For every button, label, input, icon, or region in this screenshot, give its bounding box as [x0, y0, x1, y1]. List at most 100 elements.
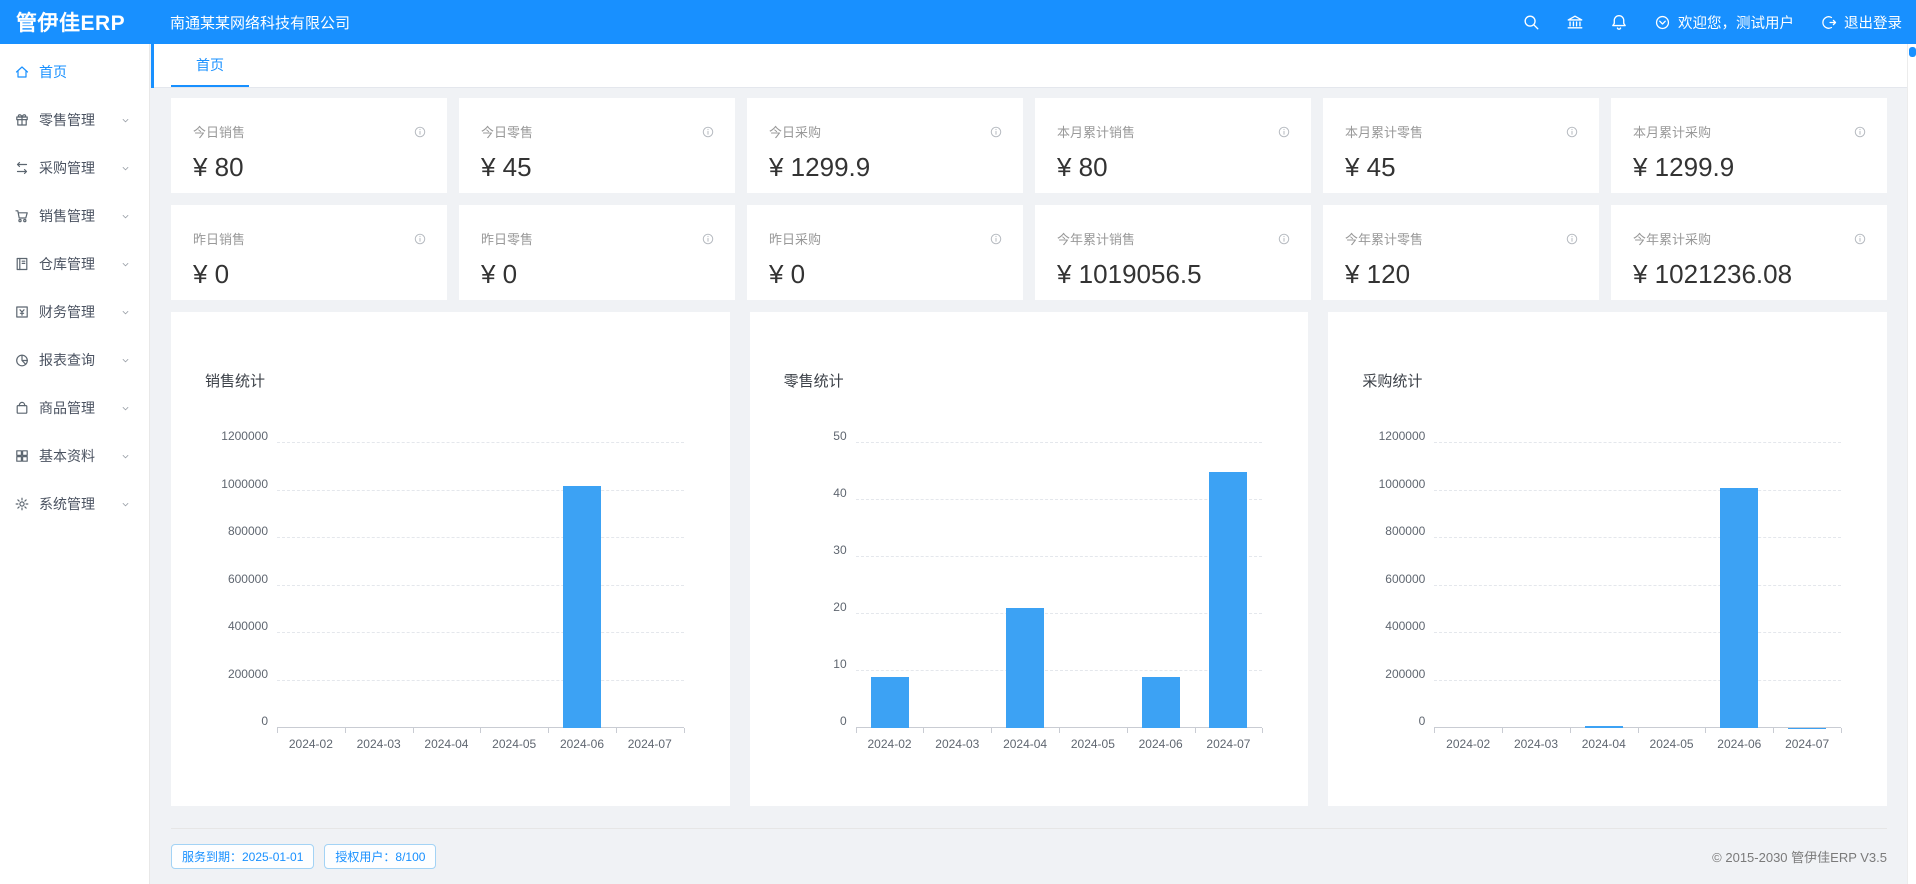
- stat-card-label: 今日零售: [481, 122, 533, 141]
- sidebar-item-sales[interactable]: 销售管理: [0, 192, 149, 240]
- info-icon[interactable]: [1565, 232, 1579, 246]
- grid-icon: [14, 448, 30, 464]
- welcome-text: 欢迎您，测试用户: [1678, 12, 1794, 33]
- tab-bar: 首页: [151, 44, 1907, 88]
- sidebar-item-label: 商品管理: [39, 398, 95, 418]
- gridline: [856, 442, 1263, 443]
- user-menu[interactable]: 欢迎您，测试用户: [1654, 12, 1794, 33]
- finance-icon: [14, 304, 30, 320]
- y-axis-label: 1000000: [1370, 477, 1434, 491]
- stat-cards-grid: 今日销售¥ 80今日零售¥ 45今日采购¥ 1299.9本月累计销售¥ 80本月…: [171, 98, 1887, 300]
- stat-card-top: 今年累计销售: [1057, 229, 1291, 248]
- tab-home[interactable]: 首页: [171, 45, 249, 87]
- sidebar-item-reports[interactable]: 报表查询: [0, 336, 149, 384]
- chart-plot: 0200000400000600000800000100000012000002…: [1434, 443, 1841, 728]
- stat-card-top: 今日零售: [481, 122, 715, 141]
- stat-card-value: ¥ 0: [481, 259, 715, 290]
- sidebar-item-warehouse[interactable]: 仓库管理: [0, 240, 149, 288]
- copyright: © 2015-2030 管伊佳ERP V3.5: [1712, 847, 1887, 866]
- stat-card: 本月累计零售¥ 45: [1323, 98, 1599, 193]
- stat-card-top: 今日销售: [193, 122, 427, 141]
- footer-badges: 服务到期：2025-01-01 授权用户：8/100: [171, 844, 436, 869]
- info-icon[interactable]: [701, 232, 715, 246]
- info-icon[interactable]: [1565, 125, 1579, 139]
- bell-icon[interactable]: [1610, 13, 1628, 31]
- x-axis-tick: [923, 728, 924, 733]
- logout-button[interactable]: 退出登录: [1820, 12, 1902, 33]
- chart-card: 销售统计020000040000060000080000010000001200…: [171, 312, 730, 806]
- sidebar-item-goods[interactable]: 商品管理: [0, 384, 149, 432]
- sidebar-item-label: 销售管理: [39, 206, 95, 226]
- charts-grid: 销售统计020000040000060000080000010000001200…: [171, 312, 1887, 806]
- stat-card-value: ¥ 80: [193, 152, 427, 183]
- stat-card-label: 本月累计采购: [1633, 122, 1711, 141]
- sidebar-item-system[interactable]: 系统管理: [0, 480, 149, 528]
- x-axis-tick: [1705, 728, 1706, 733]
- chart-bar: [1209, 472, 1247, 729]
- x-axis-tick: [991, 728, 992, 733]
- service-expiry-badge: 服务到期：2025-01-01: [171, 844, 314, 869]
- info-icon[interactable]: [989, 125, 1003, 139]
- sidebar-item-home[interactable]: 首页: [0, 48, 149, 96]
- y-axis-label: 30: [792, 543, 856, 557]
- gridline: [277, 537, 684, 538]
- logout-label: 退出登录: [1844, 12, 1902, 33]
- scrollbar-thumb[interactable]: [1909, 47, 1916, 57]
- y-axis-label: 10: [792, 657, 856, 671]
- x-axis-tick: [1262, 728, 1263, 733]
- sidebar-item-basic[interactable]: 基本资料: [0, 432, 149, 480]
- x-axis-label: 2024-07: [1767, 737, 1847, 751]
- sidebar-item-label: 财务管理: [39, 302, 95, 322]
- info-icon[interactable]: [1853, 125, 1867, 139]
- x-axis-tick: [277, 728, 278, 733]
- stat-card-label: 今日销售: [193, 122, 245, 141]
- info-icon[interactable]: [1853, 232, 1867, 246]
- stat-card: 昨日销售¥ 0: [171, 205, 447, 300]
- chart-card: 采购统计020000040000060000080000010000001200…: [1328, 312, 1887, 806]
- search-icon[interactable]: [1522, 13, 1540, 31]
- sidebar-item-finance[interactable]: 财务管理: [0, 288, 149, 336]
- bank-icon[interactable]: [1566, 13, 1584, 31]
- sidebar-item-label: 系统管理: [39, 494, 95, 514]
- y-axis-label: 400000: [213, 619, 277, 633]
- header-actions: 欢迎您，测试用户 退出登录: [1522, 12, 1916, 33]
- x-axis-tick: [1059, 728, 1060, 733]
- info-icon[interactable]: [989, 232, 1003, 246]
- page-scrollbar: [1907, 44, 1916, 884]
- stat-card-value: ¥ 45: [481, 152, 715, 183]
- x-axis-tick: [548, 728, 549, 733]
- stat-card-label: 今年累计销售: [1057, 229, 1135, 248]
- sidebar-item-purchase[interactable]: 采购管理: [0, 144, 149, 192]
- stat-card-value: ¥ 1299.9: [769, 152, 1003, 183]
- chart-title: 零售统计: [784, 370, 1275, 391]
- stat-card: 今日采购¥ 1299.9: [747, 98, 1023, 193]
- x-axis-tick: [1127, 728, 1128, 733]
- info-icon[interactable]: [701, 125, 715, 139]
- y-axis-label: 1200000: [213, 429, 277, 443]
- logout-icon: [1820, 14, 1837, 31]
- x-axis-label: 2024-07: [1188, 737, 1268, 751]
- y-axis-label: 800000: [1370, 524, 1434, 538]
- info-icon[interactable]: [1277, 232, 1291, 246]
- chevron-down-icon: [120, 355, 131, 366]
- stat-card-label: 昨日采购: [769, 229, 821, 248]
- bag-icon: [14, 400, 30, 416]
- stat-card-top: 本月累计零售: [1345, 122, 1579, 141]
- info-icon[interactable]: [413, 232, 427, 246]
- sidebar-item-retail[interactable]: 零售管理: [0, 96, 149, 144]
- info-icon[interactable]: [1277, 125, 1291, 139]
- info-icon[interactable]: [413, 125, 427, 139]
- stat-card-value: ¥ 0: [769, 259, 1003, 290]
- stat-card-value: ¥ 1019056.5: [1057, 259, 1291, 290]
- main-area: 首页 今日销售¥ 80今日零售¥ 45今日采购¥ 1299.9本月累计销售¥ 8…: [151, 44, 1907, 884]
- cart-icon: [14, 208, 30, 224]
- chart-bar: [1006, 608, 1044, 728]
- gridline: [1434, 632, 1841, 633]
- chevron-down-icon: [120, 403, 131, 414]
- x-axis-tick: [616, 728, 617, 733]
- x-axis-tick: [1502, 728, 1503, 733]
- stat-card-value: ¥ 1299.9: [1633, 152, 1867, 183]
- chevron-down-icon: [120, 499, 131, 510]
- stat-card-top: 昨日销售: [193, 229, 427, 248]
- gridline: [856, 613, 1263, 614]
